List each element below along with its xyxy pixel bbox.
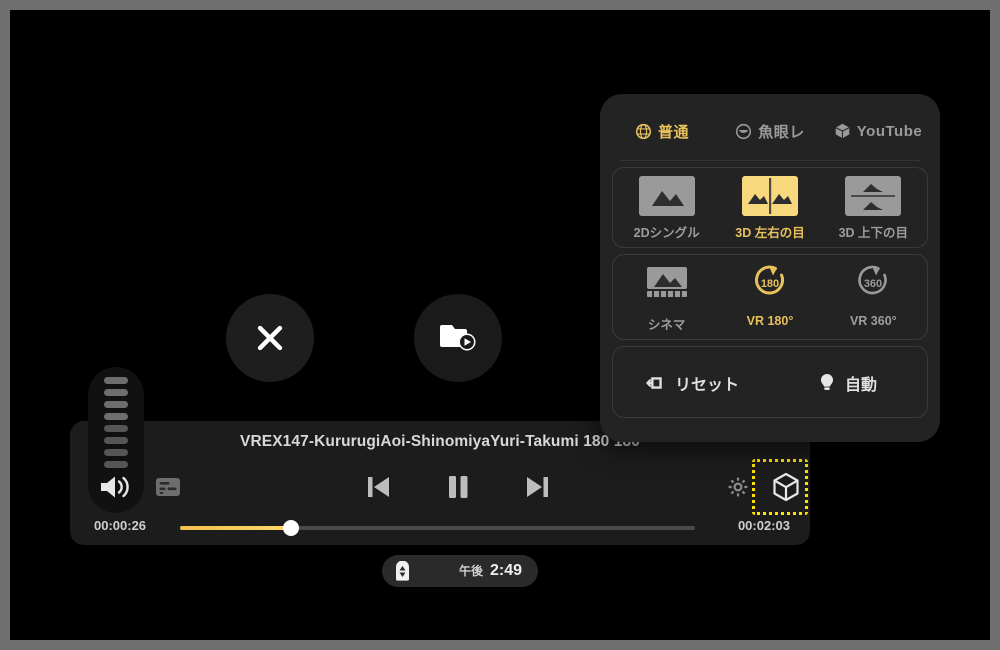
clock-time: 2:49 [489,562,522,579]
speaker-icon [101,476,129,498]
volume-segment [104,449,128,456]
option-vr180-label: VR 180° [746,314,794,328]
bulb-icon [820,374,833,390]
volume-segment [104,377,128,384]
volume-slider[interactable] [88,367,144,513]
pause-icon [449,476,468,498]
vr-360-icon: 360 [850,263,896,308]
battery-button[interactable] [394,560,411,582]
seek-bar[interactable] [180,520,695,536]
seek-bar-thumb[interactable] [282,520,299,536]
image-single-icon [638,176,695,216]
progress-row: 00:00:26 00:02:03 [70,513,810,543]
current-time: 00:00:26 [94,518,147,533]
next-button[interactable] [512,461,564,513]
option-vr360[interactable]: 360 VR 360° [822,263,925,333]
folder-play-icon [440,325,476,351]
taskbar: 午後 2:49 [382,555,538,587]
cube-3d-icon [773,472,799,502]
vr-screen-frame: VREX147-KururugiAoi-ShinomiyaYuri-Takumi… [0,0,1000,650]
option-3d-over-under[interactable]: 3D 上下の目 [822,176,925,241]
volume-button[interactable] [88,473,144,501]
reset-label: リセット [674,377,739,394]
reset-button[interactable]: リセット [615,371,770,395]
gear-icon [728,477,748,497]
tab-fisheye-label: 魚眼レ [758,123,805,141]
cc-icon [156,478,180,496]
option-2d-single-label: 2Dシングル [633,226,700,240]
play-pause-button[interactable] [432,461,484,513]
actions-group: リセット 自動 [612,346,928,418]
volume-segment [104,413,128,420]
video-mode-button[interactable] [752,459,810,515]
option-vr180[interactable]: 180 VR 180° [718,263,821,333]
option-cinema-label: シネマ [647,318,686,332]
volume-segment [104,461,128,468]
svg-text:180: 180 [761,278,779,290]
tab-youtube-label: YouTube [856,122,923,140]
previous-track-icon [368,477,389,497]
fisheye-icon [736,123,752,139]
tab-normal-label: 普通 [657,123,689,141]
image-over-under-icon [845,176,902,216]
globe-icon [635,123,652,139]
subtitles-button[interactable] [146,461,190,513]
reset-icon [646,377,662,389]
volume-segment [104,425,128,432]
option-vr360-label: VR 360° [849,314,897,328]
auto-button[interactable]: 自動 [770,371,925,395]
close-x-icon [257,325,283,351]
option-3d-over-under-label: 3D 上下の目 [838,226,909,240]
option-2d-single[interactable]: 2Dシングル [615,176,718,241]
image-side-by-side-icon [741,176,798,216]
auto-label: 自動 [844,377,877,394]
volume-segment [104,437,128,444]
close-button[interactable] [226,294,314,382]
clock: 午後 2:49 [459,562,522,580]
option-3d-side-by-side-label: 3D 左右の目 [735,226,805,240]
option-3d-side-by-side[interactable]: 3D 左右の目 [718,176,821,241]
total-time: 00:02:03 [737,518,790,533]
cube-icon [835,123,850,139]
svg-text:360: 360 [864,278,882,290]
previous-button[interactable] [352,461,404,513]
volume-segment [104,389,128,396]
vr-180-icon: 180 [747,263,793,308]
option-cinema[interactable]: シネマ [615,263,718,333]
seek-bar-fill [180,526,291,530]
playback-controls [70,459,810,515]
projection-options-group: シネマ 180 VR 180° 360 VR 360° [612,254,928,340]
clock-ampm: 午後 [458,564,483,578]
tab-normal[interactable]: 普通 [608,121,716,142]
video-canvas: VREX147-KururugiAoi-ShinomiyaYuri-Takumi… [10,10,990,640]
next-track-icon [527,477,548,497]
media-library-button[interactable] [414,294,502,382]
volume-segment [104,401,128,408]
battery-icon [396,560,409,581]
video-mode-panel: 普通 魚眼レ YouTube 2Dシングル 3D 左右の目 3D 上下の目 シネ… [600,94,940,442]
stereo-options-group: 2Dシングル 3D 左右の目 3D 上下の目 [612,167,928,248]
cinema-screen-icon [639,263,695,308]
divider [620,160,920,161]
tab-youtube[interactable]: YouTube [824,122,932,140]
tab-fisheye[interactable]: 魚眼レ [716,121,824,142]
panel-tabs: 普通 魚眼レ YouTube [608,104,932,158]
